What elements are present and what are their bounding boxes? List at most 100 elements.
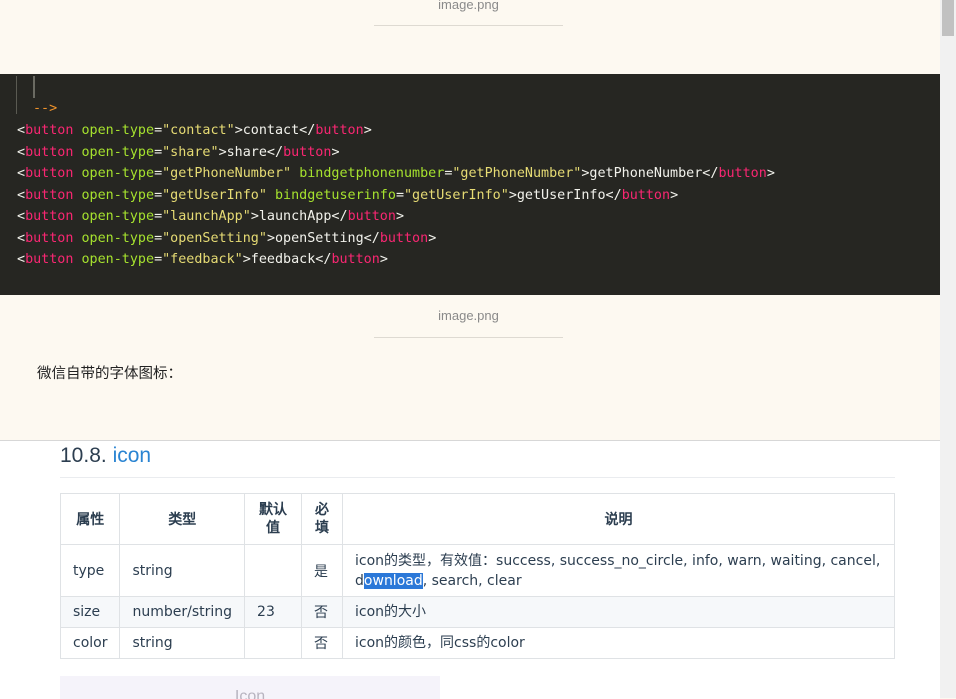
table-header-description: 说明 (342, 493, 895, 545)
code-attr-value: "getPhoneNumber" (452, 166, 582, 181)
table-row: size number/string 23 否 icon的大小 (59, 596, 895, 628)
code-punct: < (17, 187, 26, 203)
code-tag-name: button (25, 187, 74, 203)
code-text: >getPhoneNumber</ (581, 166, 719, 181)
code-tag-name: button (621, 187, 671, 203)
code-attr-value: "getUserInfo" (162, 187, 267, 203)
cell-required: 否 (301, 627, 344, 659)
code-block: --> <button open-type="contact">contact<… (0, 74, 940, 295)
cell-type: string (119, 627, 246, 659)
code-punct: > (428, 230, 437, 246)
cell-type: number/string (119, 596, 246, 628)
code-line: <button open-type="openSetting">openSett… (17, 228, 436, 249)
icon-preview-label: Icon (234, 688, 266, 699)
table-header-default-label: 默认值 (259, 502, 288, 536)
caption-divider (374, 25, 563, 26)
code-line: <button open-type="getPhoneNumber" bindg… (17, 163, 775, 184)
cell-description: icon的类型，有效值：success, success_no_circle, … (342, 544, 895, 597)
cell-description: icon的颜色，同css的color (342, 627, 895, 659)
doc-heading: 10.8. icon (60, 444, 151, 468)
caption-divider (374, 337, 563, 338)
code-attr-name: bindgetphonenumber (299, 166, 445, 181)
code-punct: > (363, 123, 372, 138)
code-punct: > (331, 144, 340, 160)
code-tag-name: button (25, 230, 74, 246)
heading-divider (60, 477, 895, 478)
code-punct: = (154, 123, 163, 138)
code-punct: > (670, 187, 679, 203)
code-punct: = (154, 230, 163, 246)
code-text: >feedback</ (242, 252, 332, 267)
cell-required: 否 (301, 596, 344, 628)
doc-screenshot: 10.8. icon 属性 类型 默认值 必填 说明 type string 是 ic… (0, 440, 940, 699)
code-tag-name: button (25, 144, 74, 160)
code-punct: < (17, 144, 26, 160)
image-caption-top: image.png (438, 0, 499, 12)
code-attr-value: "openSetting" (162, 230, 267, 246)
code-line: <button open-type="feedback">feedback</b… (17, 249, 388, 270)
code-tag-name: button (347, 209, 396, 224)
cell-type: string (119, 544, 246, 597)
cell-default: 23 (244, 596, 303, 628)
code-punct: = (154, 166, 163, 181)
code-punct: < (17, 252, 26, 267)
icon-attributes-table: 属性 类型 默认值 必填 说明 type string 是 icon的类型，有效值：s… (59, 493, 895, 659)
cell-default (244, 627, 303, 659)
text-cursor (33, 76, 35, 98)
code-attr-name: open-type (81, 252, 155, 267)
table-row: type string 是 icon的类型，有效值：success, success_… (59, 544, 895, 597)
code-tag-name: button (315, 123, 364, 138)
cell-default (244, 544, 303, 597)
code-attr-value: "launchApp" (162, 209, 251, 224)
code-tag-name: button (331, 252, 380, 267)
code-attr-name: bindgetuserinfo (275, 187, 396, 203)
code-attr-value: "feedback" (162, 252, 243, 267)
code-text: >openSetting</ (266, 230, 380, 246)
code-attr-value: "getPhoneNumber" (162, 166, 292, 181)
code-punct: > (766, 166, 775, 181)
code-text: >contact</ (234, 123, 316, 138)
table-header-attr: 属性 (59, 493, 121, 545)
code-punct: = (154, 209, 163, 224)
description-text: icon的大小 (355, 604, 427, 620)
vertical-scrollbar[interactable] (940, 0, 956, 698)
code-tag-name: button (25, 252, 74, 267)
code-attr-name: open-type (81, 230, 155, 246)
code-comment-end: --> (33, 101, 58, 116)
code-punct: = (154, 187, 163, 203)
code-punct: > (395, 209, 404, 224)
code-text: >share</ (218, 144, 284, 160)
code-punct: < (17, 123, 26, 138)
cell-required: 是 (301, 544, 344, 597)
code-text: >launchApp</ (250, 209, 348, 224)
code-tag-name: button (379, 230, 429, 246)
code-line: <button open-type="launchApp">launchApp<… (17, 206, 404, 227)
cell-description: icon的大小 (342, 596, 895, 628)
note-text: 微信自带的字体图标： (37, 366, 182, 382)
code-attr-value: "getUserInfo" (404, 187, 509, 203)
selected-text: ownload (363, 572, 423, 589)
code-tag-name: button (25, 209, 74, 224)
cell-attr: size (59, 596, 121, 628)
table-header-default: 默认值 (244, 493, 303, 545)
code-attr-name: open-type (81, 187, 155, 203)
scrollbar-thumb[interactable] (942, 0, 954, 36)
code-line: <button open-type="contact">contact</but… (17, 120, 372, 141)
image-caption-middle: image.png (438, 308, 499, 323)
icon-preview-box: Icon (60, 676, 440, 699)
code-tag-name: button (25, 123, 74, 138)
table-header-required: 必填 (301, 493, 344, 545)
indent-guide (16, 76, 17, 114)
code-punct: < (17, 166, 26, 181)
code-text: >getUserInfo</ (508, 187, 622, 203)
code-tag-name: button (283, 144, 332, 160)
heading-keyword: icon (112, 444, 152, 467)
description-text: icon的颜色，同css的color (355, 635, 525, 651)
